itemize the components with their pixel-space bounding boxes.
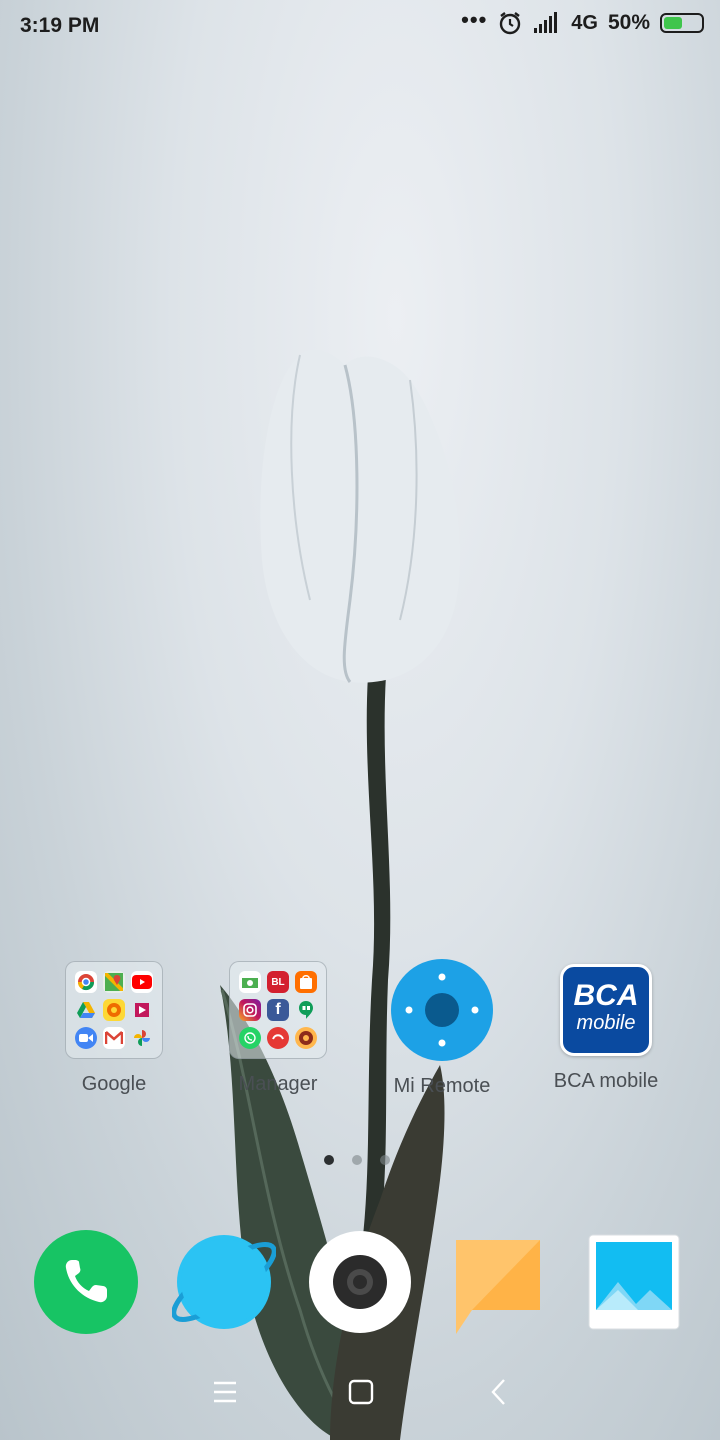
hangouts-icon: [295, 999, 317, 1021]
instagram-icon: [239, 999, 261, 1021]
battery-icon: [660, 13, 704, 33]
page-dot[interactable]: [380, 1155, 390, 1165]
status-bar: 3:19 PM ••• 4G 50%: [0, 0, 720, 54]
bukalapak-icon: BL: [267, 971, 289, 993]
network-type: 4G: [571, 11, 598, 34]
manager-folder[interactable]: BL f Manager: [203, 961, 353, 1096]
more-dots-icon: •••: [461, 7, 488, 32]
facebook-icon: f: [267, 999, 289, 1021]
drive-icon: [75, 999, 97, 1021]
camera-icon: [309, 1231, 411, 1333]
youtube-icon: [131, 971, 153, 993]
page-dot[interactable]: [352, 1155, 362, 1165]
bca-mobile-label: BCA mobile: [553, 1070, 659, 1092]
mi-remote-label: Mi Remote: [393, 1075, 491, 1097]
recents-button[interactable]: [200, 1370, 250, 1414]
google-folder[interactable]: Google: [39, 961, 189, 1096]
browser-app[interactable]: [171, 1230, 277, 1339]
gallery-icon: [588, 1234, 680, 1330]
maps-icon: [103, 971, 125, 993]
google-folder-icon: [65, 961, 163, 1059]
alarm-icon: [500, 12, 521, 35]
menu-icon: [214, 1381, 236, 1403]
chrome-icon: [75, 971, 97, 993]
manager-folder-label: Manager: [238, 1073, 318, 1095]
phone-app[interactable]: [34, 1230, 138, 1339]
home-icon: [348, 1379, 374, 1405]
bca-logo-text: BCA: [573, 979, 639, 1012]
phone-icon: [34, 1230, 138, 1334]
battery-percent: 50%: [607, 11, 650, 34]
mi-remote-icon: [391, 959, 493, 1061]
game-icon: [295, 1027, 317, 1049]
telkomsel-icon: [267, 1027, 289, 1049]
back-button[interactable]: [474, 1370, 524, 1414]
back-icon: [491, 1379, 505, 1405]
bca-mobile-app[interactable]: BCA mobile BCA mobile: [531, 964, 681, 1093]
page-dot[interactable]: [324, 1155, 334, 1165]
shopping-bag-icon: [295, 971, 317, 993]
camera-app[interactable]: [308, 1230, 412, 1339]
mi-remote-app[interactable]: Mi Remote: [367, 959, 517, 1098]
dock: [0, 1230, 720, 1340]
bca-mobile-icon: BCA mobile: [560, 964, 652, 1056]
manager-folder-icon: BL f: [229, 961, 327, 1059]
gallery-app[interactable]: [588, 1234, 680, 1335]
play-music-icon: [103, 999, 125, 1021]
photos-icon: [131, 1027, 153, 1049]
wallpaper: [0, 0, 720, 1441]
status-time: 3:19 PM: [20, 14, 100, 37]
signal-icon: [534, 12, 558, 33]
status-icons: ••• 4G 50%: [461, 7, 704, 36]
bca-logo-subtext: mobile: [576, 1012, 636, 1034]
messages-icon: [456, 1240, 540, 1334]
gmail-icon: [103, 1027, 125, 1049]
messages-app[interactable]: [450, 1230, 546, 1341]
whatsapp-icon: [239, 1027, 261, 1049]
play-movies-icon: [131, 999, 153, 1021]
money-icon: [239, 971, 261, 993]
browser-icon: [171, 1235, 277, 1329]
duo-icon: [75, 1027, 97, 1049]
home-button[interactable]: [336, 1370, 386, 1414]
page-indicator[interactable]: [324, 1155, 390, 1165]
google-folder-label: Google: [81, 1073, 147, 1095]
tulip-wallpaper-image: [220, 349, 461, 1441]
navigation-bar: [0, 1360, 720, 1424]
